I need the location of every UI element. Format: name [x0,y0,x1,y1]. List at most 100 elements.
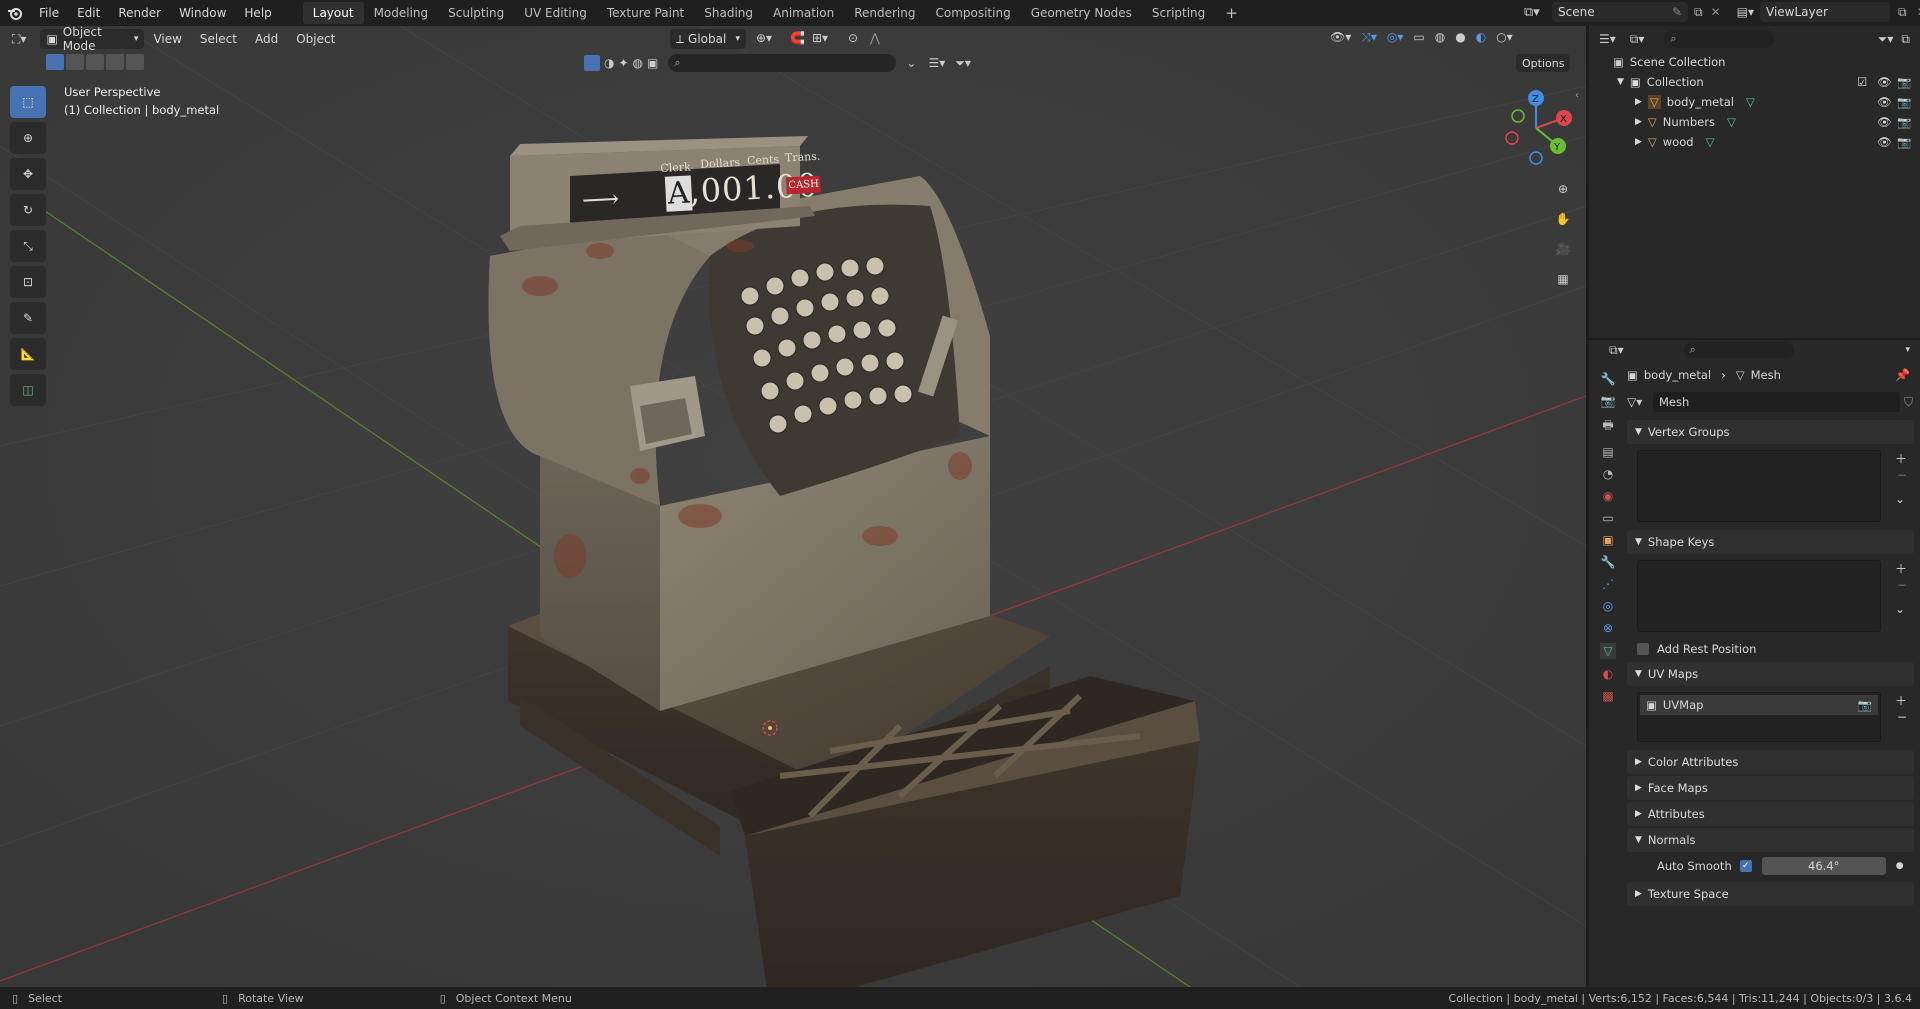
mesh-data-icon[interactable]: ▽ [1727,115,1736,129]
transform-tool[interactable]: ⊡ [10,266,46,298]
new-view-layer-icon[interactable]: ⧉ [1898,5,1907,20]
options-button[interactable]: Options [1516,54,1571,72]
shape-keys-list[interactable] [1637,560,1881,632]
zoom-icon[interactable]: ⊕ [1550,176,1576,202]
blender-logo-icon[interactable] [0,0,30,26]
cursor-tool[interactable]: ⊕ [10,122,46,154]
outliner-item-body-metal[interactable]: ▶ ▽ body_metal ▽ 👁 📷 [1589,92,1920,112]
filter-camera-icon[interactable]: ▣ [647,56,658,70]
gizmo-toggle-icon[interactable]: ⤨▾ [1361,30,1377,45]
filter-mesh-icon[interactable] [584,55,600,71]
select-extend-icon[interactable] [66,54,84,70]
add-workspace-button[interactable]: + [1215,2,1248,24]
specials-chevron-icon[interactable]: ⌄ [1895,602,1905,616]
camera-view-icon[interactable]: 🎥 [1550,236,1576,262]
tab-layout[interactable]: Layout [302,2,364,24]
select-invert-icon[interactable] [106,54,124,70]
dropdown-icon[interactable]: ⌄ [906,56,916,70]
eye-icon[interactable]: 👁 [1877,135,1892,149]
collapsed-arrow-icon[interactable]: ▶ [1635,137,1642,147]
camera-icon[interactable]: 📷 [1897,115,1911,129]
keyframe-dot-icon[interactable]: ● [1896,861,1904,871]
viewport-search-input[interactable]: ⌕ [668,54,897,72]
panel-attributes[interactable]: ▶ Attributes [1627,802,1914,826]
scale-tool[interactable]: ⤡ [10,230,46,262]
navigation-gizmo[interactable]: Z X Y [1496,88,1576,168]
menu-window[interactable]: Window [170,0,235,26]
select-box-tool[interactable]: ⬚ [10,86,46,118]
pivot-icon[interactable]: ⊕▾ [756,31,772,45]
overlays-icon[interactable]: ◎▾ [1387,30,1404,45]
outliner-item-numbers[interactable]: ▶ ▽ Numbers ▽ 👁 📷 [1589,112,1920,132]
panel-texture-space[interactable]: ▶ Texture Space [1627,882,1914,906]
tab-compositing[interactable]: Compositing [925,2,1020,24]
menu-help[interactable]: Help [235,0,280,26]
material-shading-icon[interactable]: ◐ [1476,30,1486,45]
viewport-menu-object[interactable]: Object [287,32,344,46]
new-scene-icon[interactable]: ⧉ [1694,5,1703,20]
camera-icon[interactable]: 📷 [1858,698,1872,712]
remove-icon[interactable]: − [1897,578,1907,592]
fake-user-shield-icon[interactable]: ⛉ [1904,395,1913,410]
falloff-icon[interactable]: ⋀ [870,31,880,45]
auto-smooth-angle-field[interactable]: 46.4° [1761,857,1886,875]
specials-chevron-icon[interactable]: ⌄ [1895,492,1905,506]
panel-face-maps[interactable]: ▶ Face Maps [1627,776,1914,800]
ortho-grid-icon[interactable]: ▦ [1550,266,1576,292]
properties-editor-icon[interactable]: ⧉▾ [1609,343,1624,358]
remove-icon[interactable]: − [1897,468,1907,482]
tool-tab-icon[interactable]: 🔧 [1601,372,1616,386]
filter-sphere-icon[interactable]: ◑ [604,56,614,70]
panel-uv-maps[interactable]: ▼ UV Maps [1627,662,1914,686]
panel-color-attributes[interactable]: ▶ Color Attributes [1627,750,1914,774]
outliner-editor-icon[interactable]: ☰▾ [1599,32,1616,46]
panel-shape-keys[interactable]: ▼ Shape Keys [1627,530,1914,554]
mode-selector[interactable]: ▣ Object Mode ▾ [40,26,145,53]
viewport-menu-add[interactable]: Add [246,32,287,46]
eye-icon[interactable]: 👁 [1877,95,1892,109]
mesh-name-field[interactable]: Mesh [1653,392,1900,412]
menu-render[interactable]: Render [109,0,170,26]
remove-icon[interactable]: − [1897,710,1907,724]
pin-icon[interactable]: 📌 [1895,368,1910,382]
transform-orientation-selector[interactable]: ⟂ Global ▾ [670,29,746,49]
select-new-icon[interactable] [46,54,64,70]
mesh-browse-icon[interactable]: ▽▾ [1627,395,1653,409]
add-icon[interactable]: ＋ [1895,692,1907,709]
mesh-data-icon[interactable]: ▽ [1706,135,1715,149]
add-cube-tool[interactable]: ◫ [10,374,46,406]
camera-icon[interactable]: 📷 [1897,75,1911,89]
3d-viewport[interactable]: Clerk Dollars Cents Trans. ⟶ A ,001.00 C… [0,26,1586,987]
rotate-tool[interactable]: ↻ [10,194,46,226]
panel-normals[interactable]: ▼ Normals [1627,828,1914,852]
outliner-search-input[interactable]: ⌕ [1664,30,1775,48]
camera-icon[interactable]: 📷 [1897,95,1911,109]
auto-smooth-checkbox[interactable]: ✓ [1739,860,1752,872]
filter-light-icon[interactable]: ✦ [618,56,628,70]
tab-modeling[interactable]: Modeling [364,2,439,24]
editor-type-icon[interactable]: ⛶▾ [12,32,26,47]
visibility-icon[interactable]: 👁▾ [1330,30,1351,45]
pan-hand-icon[interactable]: ✋ [1550,206,1576,232]
add-icon[interactable]: ＋ [1895,450,1907,467]
tab-animation[interactable]: Animation [763,2,844,24]
pin-icon[interactable]: ✎ [1672,5,1682,19]
tab-geometry-nodes[interactable]: Geometry Nodes [1021,2,1142,24]
view-layer-icon[interactable]: ▤▾ [1737,5,1754,19]
tab-uv-editing[interactable]: UV Editing [514,2,597,24]
display-mode-icon[interactable]: ⧉▾ [1630,32,1645,47]
scene-icon[interactable]: ⧉▾ [1524,5,1552,20]
expand-arrow-icon[interactable]: ▼ [1617,77,1624,87]
menu-edit[interactable]: Edit [68,0,109,26]
tab-shading[interactable]: Shading [694,2,763,24]
tab-rendering[interactable]: Rendering [844,2,925,24]
outliner-scene-collection[interactable]: ▣ Scene Collection [1589,52,1920,72]
proportional-edit-icon[interactable]: ⊙ [848,31,858,45]
outliner-collection[interactable]: ▼ ▣ Collection ☑ 👁 📷 [1589,72,1920,92]
add-icon[interactable]: ＋ [1895,560,1907,577]
select-subtract-icon[interactable] [86,54,104,70]
add-rest-position-checkbox[interactable] [1637,643,1649,655]
snap-icon[interactable]: 🧲 [790,31,805,45]
measure-tool[interactable]: 📐 [10,338,46,370]
checkbox-icon[interactable]: ☑ [1857,75,1867,89]
